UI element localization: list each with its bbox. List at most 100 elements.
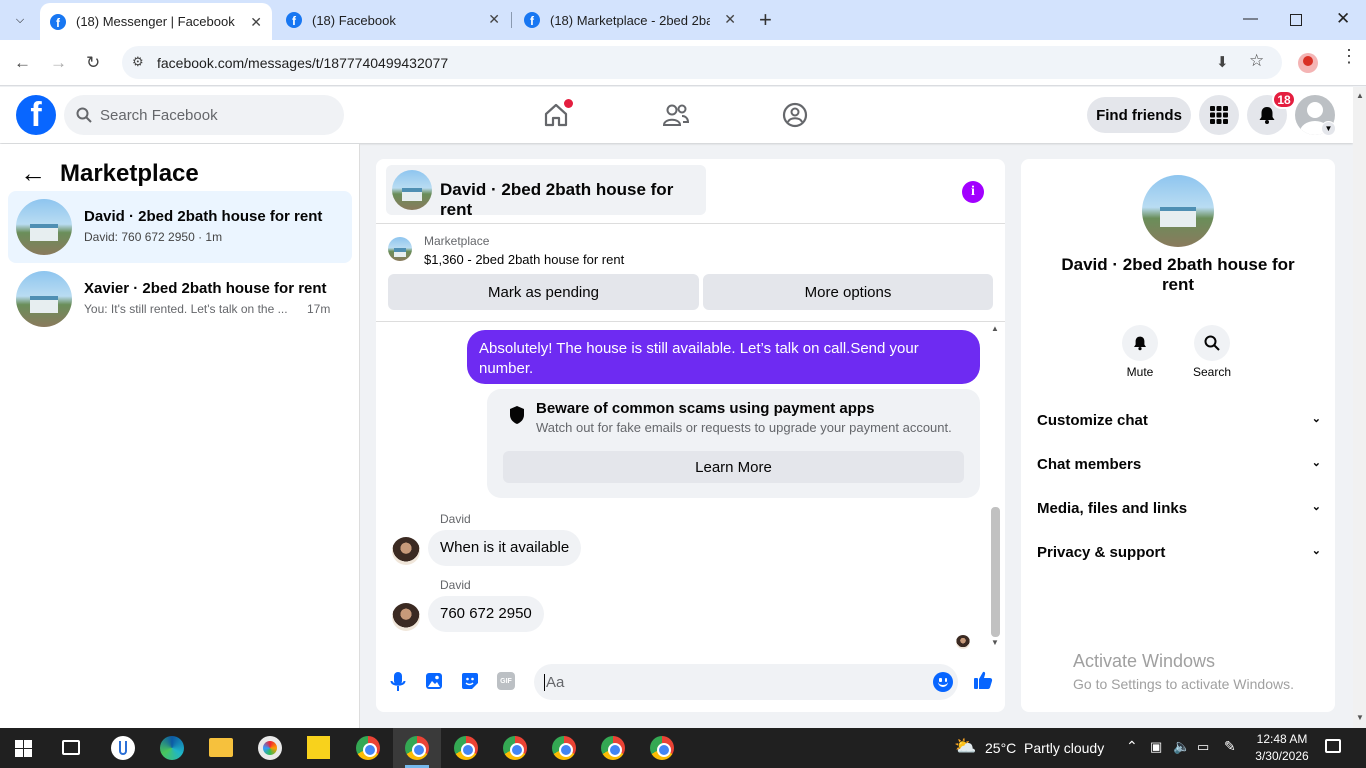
outgoing-message-bubble: Absolutely! The house is still available… bbox=[467, 330, 980, 384]
chrome-icon[interactable] bbox=[356, 736, 380, 760]
message-scrollbar[interactable]: ▲ ▼ bbox=[990, 322, 1002, 652]
back-icon[interactable]: ← bbox=[14, 53, 31, 73]
browser-tab-strip: ⌵ f (18) Messenger | Facebook ✕ f (18) F… bbox=[0, 0, 1366, 40]
info-icon[interactable]: i bbox=[962, 181, 984, 203]
minimize-icon[interactable]: — bbox=[1243, 10, 1258, 27]
photo-icon[interactable] bbox=[425, 672, 443, 690]
chrome-profile-icon[interactable] bbox=[454, 736, 478, 760]
message-input[interactable]: Aa bbox=[534, 664, 958, 700]
site-settings-icon[interactable]: ⚙ bbox=[132, 54, 144, 70]
more-options-button[interactable]: More options bbox=[703, 274, 993, 310]
url-text: facebook.com/messages/t/1877740499432077 bbox=[157, 54, 449, 71]
restore-icon[interactable] bbox=[1290, 14, 1302, 26]
search-input[interactable]: Search Facebook bbox=[64, 95, 344, 135]
mute-label: Mute bbox=[1126, 365, 1154, 379]
profile-avatar-icon[interactable] bbox=[1298, 53, 1318, 73]
customize-chat-section[interactable]: Customize chat ⌄ bbox=[1037, 412, 1321, 429]
pen-icon[interactable]: ✎ bbox=[1224, 738, 1236, 755]
url-field[interactable]: ⚙ facebook.com/messages/t/18777404994320… bbox=[122, 46, 1282, 79]
menu-button[interactable] bbox=[1199, 95, 1239, 135]
close-tab-icon[interactable]: ✕ bbox=[724, 11, 736, 28]
incoming-message-bubble: 760 672 2950 bbox=[428, 596, 544, 632]
listing-label: Marketplace bbox=[424, 234, 490, 248]
account-chevron-icon[interactable]: ▼ bbox=[1321, 121, 1336, 136]
new-tab-icon[interactable]: + bbox=[759, 7, 772, 33]
reload-icon[interactable]: ↻ bbox=[86, 53, 100, 73]
microphone-icon[interactable] bbox=[390, 671, 406, 693]
activate-windows-title: Activate Windows bbox=[1073, 651, 1216, 671]
chrome-profile-icon[interactable] bbox=[650, 736, 674, 760]
sticker-icon[interactable] bbox=[461, 672, 479, 690]
mark-as-pending-button[interactable]: Mark as pending bbox=[388, 274, 699, 310]
media-files-links-section[interactable]: Media, files and links ⌄ bbox=[1037, 500, 1321, 517]
home-notification-dot bbox=[564, 99, 573, 108]
message-list: Absolutely! The house is still available… bbox=[376, 321, 1005, 651]
chrome-profile-icon[interactable] bbox=[405, 736, 429, 760]
tab-title: (18) Marketplace - 2bed 2bath h bbox=[550, 12, 710, 28]
emoji-icon[interactable] bbox=[933, 672, 953, 692]
tab-marketplace[interactable]: f (18) Marketplace - 2bed 2bath h ✕ bbox=[514, 0, 748, 40]
close-tab-icon[interactable]: ✕ bbox=[250, 14, 262, 31]
weather-text[interactable]: 25°C Partly cloudy bbox=[985, 740, 1104, 756]
chevron-down-icon: ⌵ bbox=[15, 13, 25, 26]
page-title: Marketplace bbox=[60, 159, 199, 187]
scrollbar-thumb[interactable] bbox=[991, 507, 1000, 637]
listing-avatar bbox=[16, 199, 72, 255]
task-view-icon[interactable] bbox=[62, 740, 80, 755]
network-icon[interactable]: ▭ bbox=[1197, 739, 1209, 755]
chrome-profile-icon[interactable] bbox=[552, 736, 576, 760]
windows-taskbar: ⛅ 25°C Partly cloudy ⌃ ▣ 🔈 ▭ ✎ 12:48 AM … bbox=[0, 728, 1366, 768]
install-app-icon[interactable]: ⬇ bbox=[1216, 53, 1229, 71]
scroll-up-icon[interactable]: ▲ bbox=[1356, 91, 1364, 100]
tab-messenger[interactable]: f (18) Messenger | Facebook ✕ bbox=[40, 3, 272, 40]
scroll-down-icon[interactable]: ▼ bbox=[991, 638, 999, 647]
like-thumbs-up-icon[interactable] bbox=[973, 670, 993, 690]
scroll-down-icon[interactable]: ▼ bbox=[1356, 713, 1364, 722]
groups-icon[interactable] bbox=[781, 101, 809, 129]
scam-warning-title: Beware of common scams using payment app… bbox=[536, 400, 875, 417]
chrome-profile-icon[interactable] bbox=[503, 736, 527, 760]
windows-start-icon[interactable] bbox=[15, 740, 32, 757]
search-placeholder: Search Facebook bbox=[100, 106, 218, 124]
tab-facebook[interactable]: f (18) Facebook ✕ bbox=[276, 0, 510, 40]
find-friends-button[interactable]: Find friends bbox=[1087, 97, 1191, 133]
learn-more-button[interactable]: Learn More bbox=[503, 451, 964, 483]
edge-browser-icon[interactable] bbox=[160, 736, 184, 760]
scroll-up-icon[interactable]: ▲ bbox=[991, 324, 999, 333]
chat-header-button[interactable]: David · 2bed 2bath house for rent bbox=[386, 165, 706, 219]
chat-members-section[interactable]: Chat members ⌄ bbox=[1037, 456, 1321, 473]
browser-menu-icon[interactable]: ⋮ bbox=[1340, 47, 1358, 65]
sticky-notes-icon[interactable] bbox=[307, 736, 330, 759]
notification-center-icon[interactable] bbox=[1325, 739, 1341, 753]
paint-app-icon[interactable] bbox=[258, 736, 282, 760]
facebook-logo-icon[interactable]: f bbox=[16, 95, 56, 135]
back-arrow-icon[interactable]: ← bbox=[20, 158, 46, 189]
page-scrollbar[interactable]: ▲ ▼ bbox=[1353, 87, 1366, 728]
privacy-support-section[interactable]: Privacy & support ⌄ bbox=[1037, 544, 1321, 561]
conversation-name: David · 2bed 2bath house for rent bbox=[84, 208, 323, 225]
clock-date[interactable]: 3/30/2026 bbox=[1252, 749, 1312, 763]
close-tab-icon[interactable]: ✕ bbox=[488, 11, 500, 28]
close-window-icon[interactable]: ✕ bbox=[1336, 9, 1350, 29]
friends-icon[interactable] bbox=[662, 101, 690, 129]
listing-title[interactable]: $1,360 - 2bed 2bath house for rent bbox=[424, 252, 624, 267]
search-icon bbox=[1204, 335, 1220, 351]
chrome-profile-icon[interactable] bbox=[601, 736, 625, 760]
chevron-up-icon[interactable]: ⌃ bbox=[1126, 738, 1138, 755]
bookmark-star-icon[interactable]: ☆ bbox=[1249, 51, 1264, 71]
tab-title: (18) Facebook bbox=[312, 12, 396, 28]
conversation-item-david[interactable]: David · 2bed 2bath house for rent David:… bbox=[8, 191, 352, 263]
clock-time[interactable]: 12:48 AM bbox=[1252, 732, 1312, 746]
gif-icon[interactable]: GIF bbox=[497, 672, 515, 690]
volume-icon[interactable]: 🔈 bbox=[1173, 738, 1190, 755]
meet-now-icon[interactable]: ▣ bbox=[1150, 739, 1162, 755]
facebook-favicon-icon: f bbox=[50, 13, 66, 30]
file-explorer-icon[interactable] bbox=[209, 738, 233, 757]
security-app-icon[interactable] bbox=[111, 736, 135, 760]
search-in-chat-button[interactable] bbox=[1194, 325, 1230, 361]
forward-icon[interactable]: → bbox=[50, 53, 67, 73]
contact-name: David · 2bed 2bath house for rent bbox=[1061, 255, 1295, 294]
mute-button[interactable] bbox=[1122, 325, 1158, 361]
conversation-item-xavier[interactable]: Xavier · 2bed 2bath house for rent You: … bbox=[8, 263, 352, 335]
tab-search-button[interactable]: ⌵ bbox=[9, 9, 31, 31]
